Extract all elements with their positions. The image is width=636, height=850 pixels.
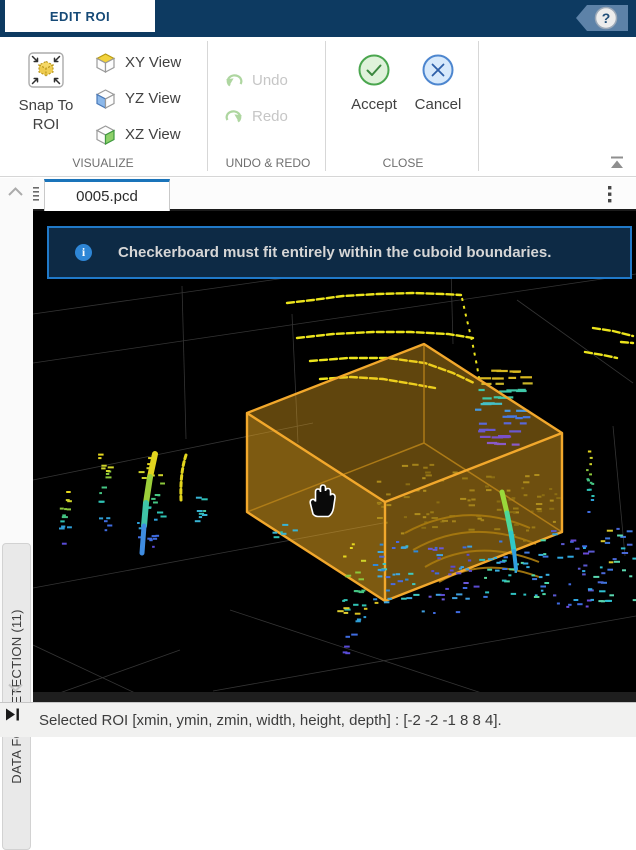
undo-icon — [224, 71, 244, 89]
snap-to-roi-button[interactable]: Snap To ROI — [8, 49, 84, 161]
xz-view-cube-icon — [95, 124, 116, 145]
section-visualize: VISUALIZE — [30, 156, 176, 170]
redo-icon — [224, 107, 244, 125]
point-cloud-canvas — [33, 211, 636, 702]
toolbar-divider — [478, 41, 479, 171]
section-close: CLOSE — [340, 156, 466, 170]
xy-view-button[interactable]: XY View — [95, 50, 199, 74]
cancel-button[interactable]: Cancel — [410, 53, 466, 113]
redo-button[interactable]: Redo — [224, 105, 316, 127]
question-mark-icon: ? — [602, 10, 611, 26]
redo-label: Redo — [252, 108, 288, 125]
xy-view-cube-icon — [95, 52, 116, 73]
collapse-toolstrip-button[interactable] — [608, 156, 628, 171]
yz-view-cube-icon — [95, 88, 116, 109]
undo-button[interactable]: Undo — [224, 69, 316, 91]
collapse-arrow-icon — [608, 156, 626, 170]
undo-label: Undo — [252, 72, 288, 89]
cancel-x-icon — [421, 53, 455, 87]
panel-chevron-up-icon[interactable] — [7, 184, 24, 202]
yz-view-label: YZ View — [125, 90, 181, 107]
info-banner: i Checkerboard must fit entirely within … — [47, 226, 632, 279]
toolstrip-header: EDIT ROI ? — [0, 0, 636, 37]
accept-label: Accept — [346, 96, 402, 113]
left-panel-strip: DATA FOR DETECTION (11) — [0, 178, 33, 737]
xz-view-button[interactable]: XZ View — [95, 122, 199, 146]
info-icon: i — [75, 244, 92, 261]
toolbar-divider — [207, 41, 208, 171]
point-cloud-viewport[interactable]: i Checkerboard must fit entirely within … — [33, 211, 636, 702]
play-to-bar-icon — [6, 708, 22, 721]
cancel-label: Cancel — [410, 96, 466, 113]
toolstrip: Snap To ROI XY View YZ View XZ View VISU… — [0, 37, 636, 177]
toolbar-divider — [325, 41, 326, 171]
panel-chevron-down-icon[interactable] — [7, 680, 24, 698]
xy-view-label: XY View — [125, 54, 181, 71]
info-banner-text: Checkerboard must fit entirely within th… — [118, 244, 551, 261]
expand-panel-button[interactable] — [6, 708, 22, 726]
tab-options-kebab-icon[interactable] — [608, 186, 612, 208]
accept-button[interactable]: Accept — [346, 53, 402, 113]
scene-bottom-strip — [33, 692, 636, 702]
status-bar: Selected ROI [xmin, ymin, zmin, width, h… — [33, 702, 636, 737]
document-tab-bar: 0005.pcd — [33, 178, 636, 211]
selected-roi-status-text: Selected ROI [xmin, ymin, zmin, width, h… — [39, 712, 502, 729]
tab-edit-roi[interactable]: EDIT ROI — [5, 0, 155, 32]
snap-to-roi-icon — [28, 52, 64, 88]
document-tab-0005pcd[interactable]: 0005.pcd — [44, 179, 170, 211]
xz-view-label: XZ View — [125, 126, 181, 143]
section-undo-redo: UNDO & REDO — [213, 156, 323, 170]
yz-view-button[interactable]: YZ View — [95, 86, 199, 110]
snap-to-roi-label: Snap To ROI — [8, 96, 84, 134]
help-button[interactable]: ? — [576, 4, 628, 32]
accept-check-icon — [357, 53, 391, 87]
